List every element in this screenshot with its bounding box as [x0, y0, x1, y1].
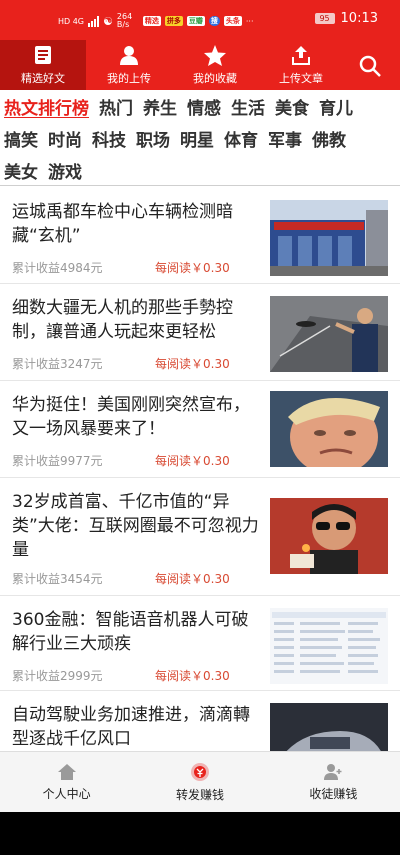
add-user-icon	[324, 763, 342, 780]
app-badge-pinduo: 拼多	[164, 16, 183, 26]
category-row: 热文排行榜 热门 养生 情感 生活 美食 育儿	[0, 90, 400, 122]
category-hot[interactable]: 热门	[99, 94, 133, 119]
category-health[interactable]: 养生	[143, 94, 177, 119]
category-bar: 热文排行榜 热门 养生 情感 生活 美食 育儿 搞笑 时尚 科技 职场 明星 体…	[0, 90, 400, 186]
app-badge-douban: 豆瓣	[186, 16, 205, 26]
category-hot-ranking[interactable]: 热文排行榜	[4, 94, 89, 119]
category-food[interactable]: 美食	[275, 94, 309, 119]
article-price: 每阅读￥0.30	[155, 669, 230, 683]
category-parenting[interactable]: 育儿	[319, 94, 353, 119]
app-badge-toutiao: 头条	[223, 16, 242, 26]
category-military[interactable]: 军事	[268, 126, 302, 151]
article-title: 360金融：智能语音机器人可破解行业三大顽疾	[12, 610, 249, 654]
article-title: 自动驾駛业务加速推进，滴滴轉型逐战千亿风口	[12, 705, 250, 749]
category-emotion[interactable]: 情感	[187, 94, 221, 119]
article-title: 运城禹都车检中心车辆检测暗藏“玄机”	[12, 202, 233, 246]
status-left: HD 4G ☯ 264 B/s 精选 拼多 豆瓣 搜 头条 ···	[58, 13, 254, 29]
article-earnings: 累计收益2999元	[12, 669, 103, 683]
article-item[interactable]: 32岁成首富、千亿市值的“异类”大佬：互联网圈最不可忽视力量 累计收益3454元…	[0, 478, 400, 596]
article-title: 细数大疆无人机的那些手勢控制，讓普通人玩起來更轻松	[12, 298, 233, 342]
article-earnings: 累计收益9977元	[12, 454, 103, 468]
category-celebrity[interactable]: 明星	[180, 126, 214, 151]
user-icon	[119, 40, 139, 70]
category-sports[interactable]: 体育	[224, 126, 258, 151]
article-title: 32岁成首富、千亿市值的“异类”大佬：互联网圈最不可忽视力量	[12, 492, 259, 560]
tab-label: 上传文章	[279, 72, 323, 85]
category-fashion[interactable]: 时尚	[48, 126, 82, 151]
category-buddhism[interactable]: 佛教	[312, 126, 346, 151]
app-badge-search: 搜	[208, 16, 220, 26]
article-item[interactable]: 自动驾駛业务加速推进，滴滴轉型逐战千亿风口	[0, 691, 400, 751]
document-icon	[34, 40, 52, 70]
tab-recruit-earn[interactable]: 收徒赚钱	[267, 752, 400, 812]
article-price: 每阅读￥0.30	[155, 261, 230, 275]
top-nav: 精选好文 我的上传 我的收藏 上传文章	[0, 40, 400, 90]
article-thumbnail	[270, 608, 388, 684]
clock: 10:13	[340, 11, 378, 26]
app-badge-jingxuan: 精选	[142, 16, 161, 26]
article-item[interactable]: 运城禹都车检中心车辆检测暗藏“玄机” 累计收益4984元 每阅读￥0.30	[0, 188, 400, 284]
tab-my-favorites[interactable]: 我的收藏	[172, 40, 258, 90]
article-item[interactable]: 细数大疆无人机的那些手勢控制，讓普通人玩起來更轻松 累计收益3247元 每阅读￥…	[0, 284, 400, 381]
article-price: 每阅读￥0.30	[155, 572, 230, 586]
home-icon	[57, 763, 76, 780]
tab-featured[interactable]: 精选好文	[0, 40, 86, 90]
category-funny[interactable]: 搞笑	[4, 126, 38, 151]
article-thumbnail	[270, 296, 388, 372]
category-row: 美女 游戏	[0, 154, 400, 186]
tab-label: 我的收藏	[193, 72, 237, 85]
tab-label: 收徒赚钱	[309, 786, 358, 801]
tab-label: 个人中心	[42, 786, 91, 801]
article-item[interactable]: 360金融：智能语音机器人可破解行业三大顽疾 累计收益2999元 每阅读￥0.3…	[0, 596, 400, 691]
money-icon	[190, 762, 209, 781]
article-price: 每阅读￥0.30	[155, 357, 230, 371]
search-icon	[359, 55, 381, 77]
upload-icon	[291, 40, 311, 70]
tab-share-earn[interactable]: 转发赚钱	[133, 752, 266, 812]
more-notifications: ···	[245, 16, 254, 26]
wifi-icon: ☯	[103, 14, 113, 28]
category-tech[interactable]: 科技	[92, 126, 126, 151]
article-earnings: 累计收益4984元	[12, 261, 103, 275]
article-thumbnail	[270, 703, 388, 751]
system-navigation-bar	[0, 812, 400, 855]
article-list: 运城禹都车检中心车辆检测暗藏“玄机” 累计收益4984元 每阅读￥0.30 细数	[0, 188, 400, 751]
category-games[interactable]: 游戏	[48, 158, 82, 183]
tab-upload-article[interactable]: 上传文章	[258, 40, 344, 90]
article-thumbnail	[270, 498, 388, 574]
article-title: 华为挺住！美国刚刚突然宣布，又一场风暴要来了！	[12, 395, 250, 439]
app-screen: HD 4G ☯ 264 B/s 精选 拼多 豆瓣 搜 头条 ··· 95 10:…	[0, 0, 400, 812]
status-bar: HD 4G ☯ 264 B/s 精选 拼多 豆瓣 搜 头条 ··· 95 10:…	[0, 0, 400, 40]
article-price: 每阅读￥0.30	[155, 454, 230, 468]
search-button[interactable]	[358, 54, 382, 78]
category-life[interactable]: 生活	[231, 94, 265, 119]
net-speed: 264 B/s	[116, 12, 133, 29]
article-thumbnail	[270, 200, 388, 276]
tab-personal-center[interactable]: 个人中心	[0, 752, 133, 812]
tab-label: 精选好文	[21, 72, 65, 85]
tab-label: 我的上传	[107, 72, 151, 85]
article-thumbnail	[270, 391, 388, 467]
bottom-tab-bar: 个人中心 转发赚钱 收徒赚钱	[0, 751, 400, 812]
tab-label: 转发赚钱	[175, 787, 224, 802]
signal-icon	[88, 15, 100, 27]
tab-my-uploads[interactable]: 我的上传	[86, 40, 172, 90]
category-beauty[interactable]: 美女	[4, 158, 38, 183]
article-earnings: 累计收益3247元	[12, 357, 103, 371]
category-workplace[interactable]: 职场	[136, 126, 170, 151]
battery-icon: 95	[314, 13, 335, 24]
network-indicator: HD 4G	[58, 16, 85, 26]
article-item[interactable]: 华为挺住！美国刚刚突然宣布，又一场风暴要来了！ 累计收益9977元 每阅读￥0.…	[0, 381, 400, 478]
star-icon	[204, 40, 226, 70]
article-earnings: 累计收益3454元	[12, 572, 103, 586]
category-row: 搞笑 时尚 科技 职场 明星 体育 军事 佛教	[0, 122, 400, 154]
status-right: 95 10:13	[314, 11, 378, 26]
